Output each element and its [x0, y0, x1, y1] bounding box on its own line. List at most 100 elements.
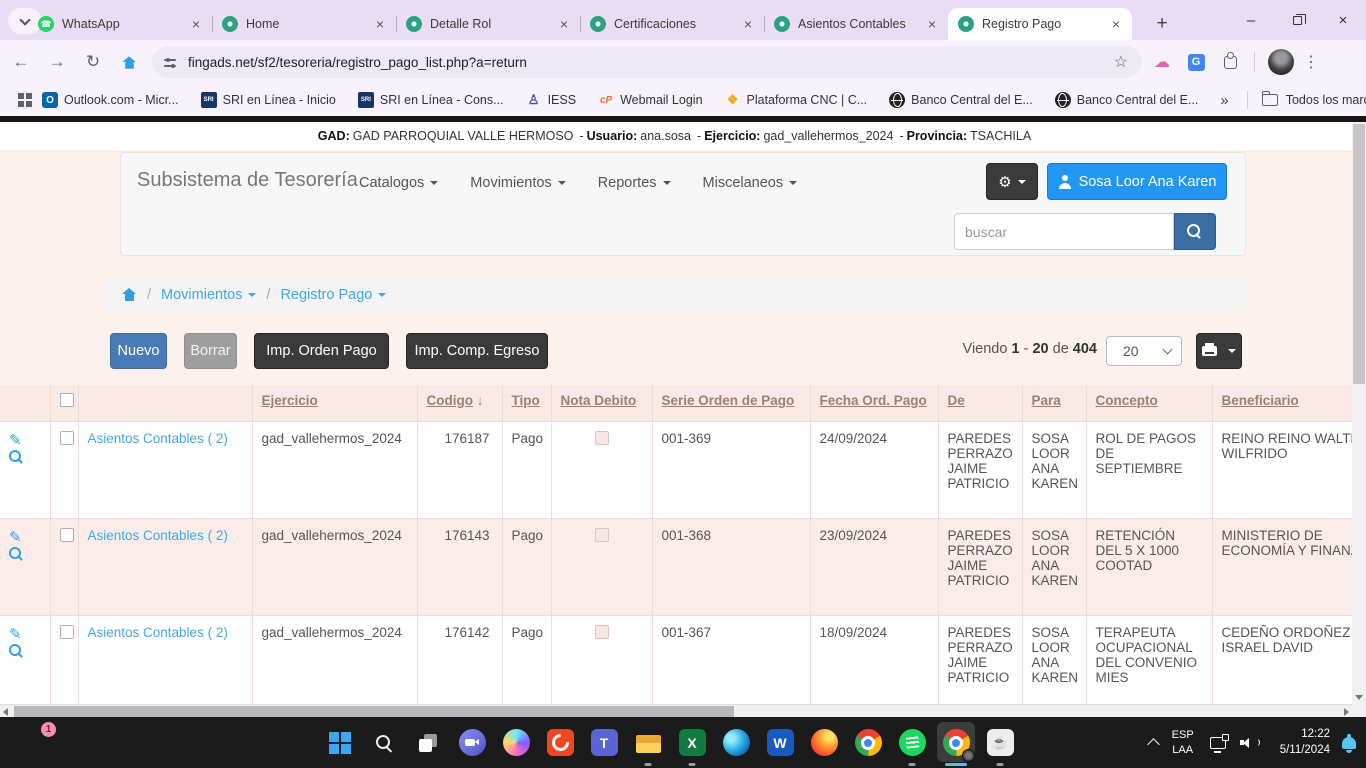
task-view-button[interactable] — [406, 717, 450, 768]
file-explorer-button[interactable] — [626, 717, 670, 768]
menu-reportes[interactable]: Reportes — [598, 175, 671, 191]
asientos-contables-link[interactable]: Asientos Contables ( 2) — [88, 625, 228, 640]
search-button[interactable] — [1174, 213, 1216, 250]
new-tab-button[interactable]: + — [1148, 10, 1176, 38]
print-button[interactable] — [1196, 333, 1242, 369]
minimize-button[interactable]: – — [1228, 0, 1274, 40]
scroll-right-arrow[interactable] — [1344, 708, 1349, 716]
vertical-scroll-thumb[interactable] — [1353, 124, 1365, 384]
header-ejercicio[interactable]: Ejercicio — [262, 393, 318, 408]
page-size-select[interactable]: 20 — [1106, 336, 1182, 366]
back-button[interactable]: ← — [6, 47, 36, 77]
tab-close-icon[interactable]: × — [556, 16, 572, 32]
browser-menu-button[interactable]: ⋮ — [1295, 52, 1331, 72]
edge-button[interactable] — [714, 717, 758, 768]
word-button[interactable] — [758, 717, 802, 768]
tab-certificaciones[interactable]: Certificaciones × — [580, 8, 764, 40]
menu-catalogos[interactable]: Catalogos — [359, 175, 438, 191]
horizontal-scrollbar[interactable] — [0, 704, 1352, 717]
view-icon[interactable] — [9, 546, 24, 561]
taskbar-search-button[interactable] — [362, 717, 406, 768]
asientos-contables-link[interactable]: Asientos Contables ( 2) — [88, 528, 228, 543]
view-icon[interactable] — [9, 643, 24, 658]
tab-home[interactable]: Home × — [212, 8, 396, 40]
header-para[interactable]: Para — [1032, 393, 1061, 408]
edit-icon[interactable]: ✎ — [9, 626, 22, 643]
translate-extension-icon[interactable] — [1182, 48, 1210, 76]
header-fecha-orden[interactable]: Fecha Ord. Pago — [820, 393, 927, 408]
tab-close-icon[interactable]: × — [1108, 16, 1124, 32]
header-concepto[interactable]: Concepto — [1096, 393, 1158, 408]
header-codigo[interactable]: Codigo — [427, 393, 474, 408]
header-beneficiario[interactable]: Beneficiario — [1222, 393, 1299, 408]
extensions-button[interactable] — [1216, 48, 1244, 76]
language-indicator[interactable]: ESP LAA — [1172, 728, 1194, 757]
copilot-button[interactable] — [494, 717, 538, 768]
tab-close-icon[interactable]: × — [188, 16, 204, 32]
tab-asientos-contables[interactable]: Asientos Contables × — [764, 8, 948, 40]
tab-whatsapp[interactable]: WhatsApp × — [28, 8, 212, 40]
breadcrumb-registro-pago[interactable]: Registro Pago — [280, 287, 386, 303]
view-icon[interactable] — [9, 449, 24, 464]
tab-detalle-rol[interactable]: Detalle Rol × — [396, 8, 580, 40]
tab-close-icon[interactable]: × — [924, 16, 940, 32]
bookmark-cnc[interactable]: Plataforma CNC | C... — [725, 92, 868, 108]
bookmarks-overflow-button[interactable]: » — [1220, 92, 1228, 109]
horizontal-scroll-thumb[interactable] — [14, 706, 734, 717]
all-bookmarks-button[interactable]: Todos los marcadores — [1233, 91, 1366, 109]
bookmark-bce-2[interactable]: Banco Central del E... — [1055, 92, 1199, 108]
weather-extension-icon[interactable]: ☁ — [1148, 48, 1176, 76]
network-icon[interactable] — [1210, 737, 1226, 749]
header-nota-debito[interactable]: Nota Debito — [561, 393, 637, 408]
chat-app-button[interactable] — [450, 717, 494, 768]
header-tipo[interactable]: Tipo — [512, 393, 540, 408]
nuevo-button[interactable]: Nuevo — [110, 333, 167, 369]
bookmark-outlook[interactable]: Outlook.com - Micr... — [42, 92, 179, 108]
tab-registro-pago-active[interactable]: Registro Pago × — [948, 8, 1132, 40]
asientos-contables-link[interactable]: Asientos Contables ( 2) — [88, 431, 228, 446]
edit-icon[interactable]: ✎ — [9, 529, 22, 546]
row-checkbox[interactable] — [60, 431, 74, 445]
clock[interactable]: 12:22 5/11/2024 — [1280, 727, 1330, 758]
nitro-pdf-button[interactable] — [538, 717, 582, 768]
volume-icon[interactable] — [1240, 736, 1262, 750]
bookmark-iess[interactable]: IESS — [526, 92, 577, 108]
forward-button[interactable]: → — [42, 47, 72, 77]
borrar-button[interactable]: Borrar — [184, 333, 237, 369]
settings-button[interactable]: ⚙ — [986, 163, 1038, 200]
bookmark-sri-cons[interactable]: SRI en Línea - Cons... — [358, 92, 504, 108]
header-serie-orden[interactable]: Serie Orden de Pago — [662, 393, 795, 408]
menu-movimientos[interactable]: Movimientos — [470, 175, 565, 191]
search-input[interactable] — [954, 213, 1174, 250]
imp-orden-pago-button[interactable]: Imp. Orden Pago — [254, 333, 389, 369]
excel-button[interactable] — [670, 717, 714, 768]
imp-comp-egreso-button[interactable]: Imp. Comp. Egreso — [406, 333, 548, 369]
vertical-scrollbar[interactable] — [1352, 122, 1366, 704]
breadcrumb-movimientos[interactable]: Movimientos — [161, 287, 256, 303]
url-text[interactable]: fingads.net/sf2/tesoreria/registro_pago_… — [188, 55, 1106, 70]
tray-expand-icon[interactable] — [1147, 738, 1160, 751]
spotify-button[interactable] — [890, 717, 934, 768]
menu-miscelaneos[interactable]: Miscelaneos — [703, 175, 798, 191]
firefox-button[interactable] — [802, 717, 846, 768]
edit-icon[interactable]: ✎ — [9, 432, 22, 449]
chrome-active-button[interactable] — [934, 717, 978, 768]
bookmark-sri-inicio[interactable]: SRI en Línea - Inicio — [201, 92, 336, 108]
bookmark-star-icon[interactable]: ☆ — [1106, 52, 1136, 72]
bookmark-webmail[interactable]: Webmail Login — [598, 92, 702, 108]
close-button[interactable]: × — [1320, 0, 1366, 40]
chrome-button[interactable] — [846, 717, 890, 768]
user-button[interactable]: Sosa Loor Ana Karen — [1047, 163, 1227, 200]
header-de[interactable]: De — [948, 393, 965, 408]
teams-button[interactable] — [582, 717, 626, 768]
row-checkbox[interactable] — [60, 625, 74, 639]
select-all-checkbox[interactable] — [60, 393, 74, 407]
bookmark-bce-1[interactable]: Banco Central del E... — [889, 92, 1033, 108]
start-button[interactable] — [318, 717, 362, 768]
home-icon[interactable] — [122, 288, 137, 301]
taskbar-notification-app[interactable]: 1 — [20, 727, 50, 757]
row-checkbox[interactable] — [60, 528, 74, 542]
tab-close-icon[interactable]: × — [740, 16, 756, 32]
tab-close-icon[interactable]: × — [372, 16, 388, 32]
scroll-left-arrow[interactable] — [3, 708, 8, 716]
